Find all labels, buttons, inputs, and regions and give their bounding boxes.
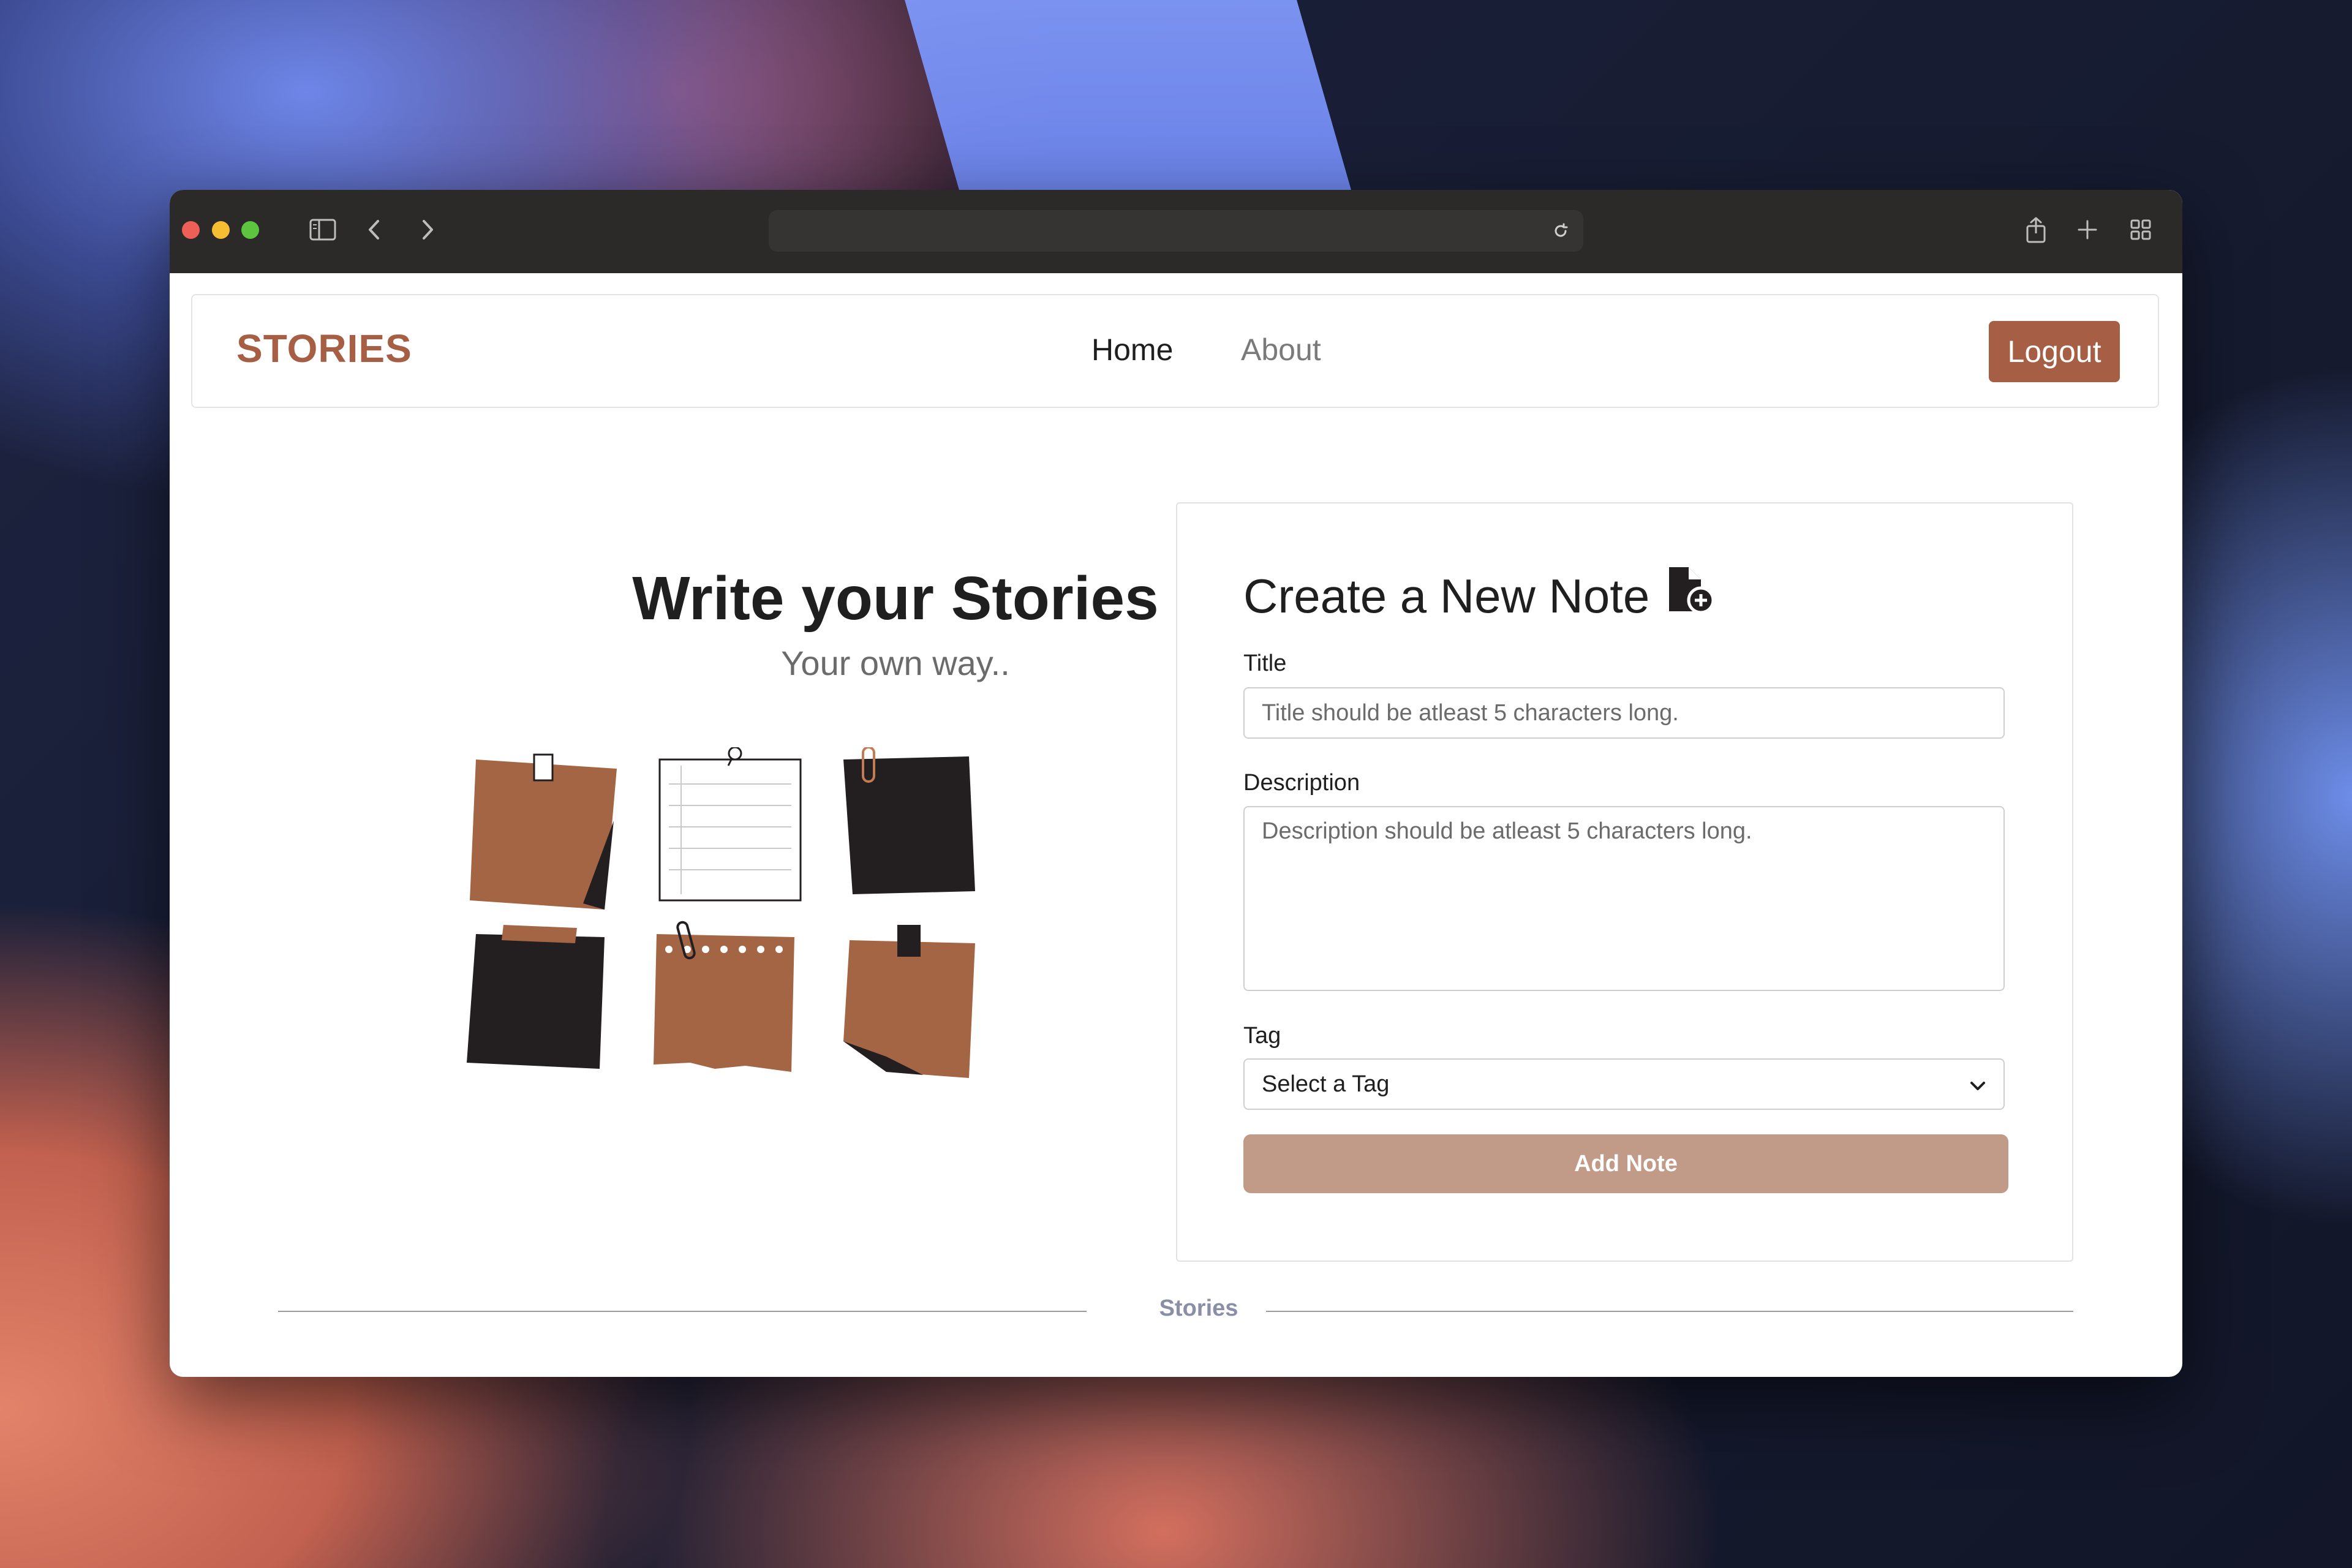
nav-link-home[interactable]: Home (1091, 332, 1173, 368)
browser-toolbar (170, 190, 2182, 273)
tab-overview-icon[interactable] (2125, 214, 2156, 245)
brand-logo[interactable]: STORIES (236, 326, 412, 371)
footer-text: Stories (1159, 1295, 1238, 1321)
title-label: Title (1243, 650, 1287, 676)
title-placeholder: Title should be atleast 5 characters lon… (1262, 699, 1679, 726)
tag-select[interactable]: Select a Tag (1243, 1058, 2005, 1110)
description-textarea[interactable]: Description should be atleast 5 characte… (1243, 806, 2005, 991)
description-label: Description (1243, 770, 1360, 796)
chevron-down-icon (1969, 1071, 1986, 1098)
note-dark-2 (467, 934, 605, 1069)
address-bar[interactable] (769, 210, 1583, 252)
site-navbar: STORIES Home About Logout (191, 294, 2159, 408)
back-icon[interactable] (359, 214, 390, 245)
browser-window: STORIES Home About Logout Write your Sto… (170, 190, 2182, 1377)
close-window-button[interactable] (182, 221, 200, 239)
tag-label: Tag (1243, 1023, 1281, 1049)
description-placeholder: Description should be atleast 5 characte… (1262, 818, 1752, 844)
form-title-text: Create a New Note (1243, 569, 1650, 623)
file-plus-icon (1664, 565, 1716, 628)
nav-link-about[interactable]: About (1241, 332, 1321, 368)
add-note-button[interactable]: Add Note (1243, 1134, 2008, 1193)
tag-select-value: Select a Tag (1262, 1071, 1390, 1097)
reload-icon[interactable] (1545, 216, 1576, 246)
sidebar-icon[interactable] (307, 214, 338, 245)
create-note-card: Create a New Note Title Title should be … (1176, 502, 2073, 1262)
share-icon[interactable] (2021, 214, 2051, 245)
note-brown-torn (654, 934, 794, 1072)
title-input[interactable]: Title should be atleast 5 characters lon… (1243, 687, 2005, 739)
form-title: Create a New Note (1243, 565, 1716, 628)
sticky-notes-illustration (467, 747, 975, 1078)
footer-divider-left (278, 1311, 1087, 1312)
footer-divider-right (1266, 1311, 2073, 1312)
zoom-window-button[interactable] (241, 221, 259, 239)
forward-icon[interactable] (412, 214, 443, 245)
note-brown-2 (843, 940, 975, 1078)
new-tab-icon[interactable] (2072, 214, 2103, 245)
logout-button[interactable]: Logout (1989, 321, 2120, 382)
minimize-window-button[interactable] (212, 221, 230, 239)
